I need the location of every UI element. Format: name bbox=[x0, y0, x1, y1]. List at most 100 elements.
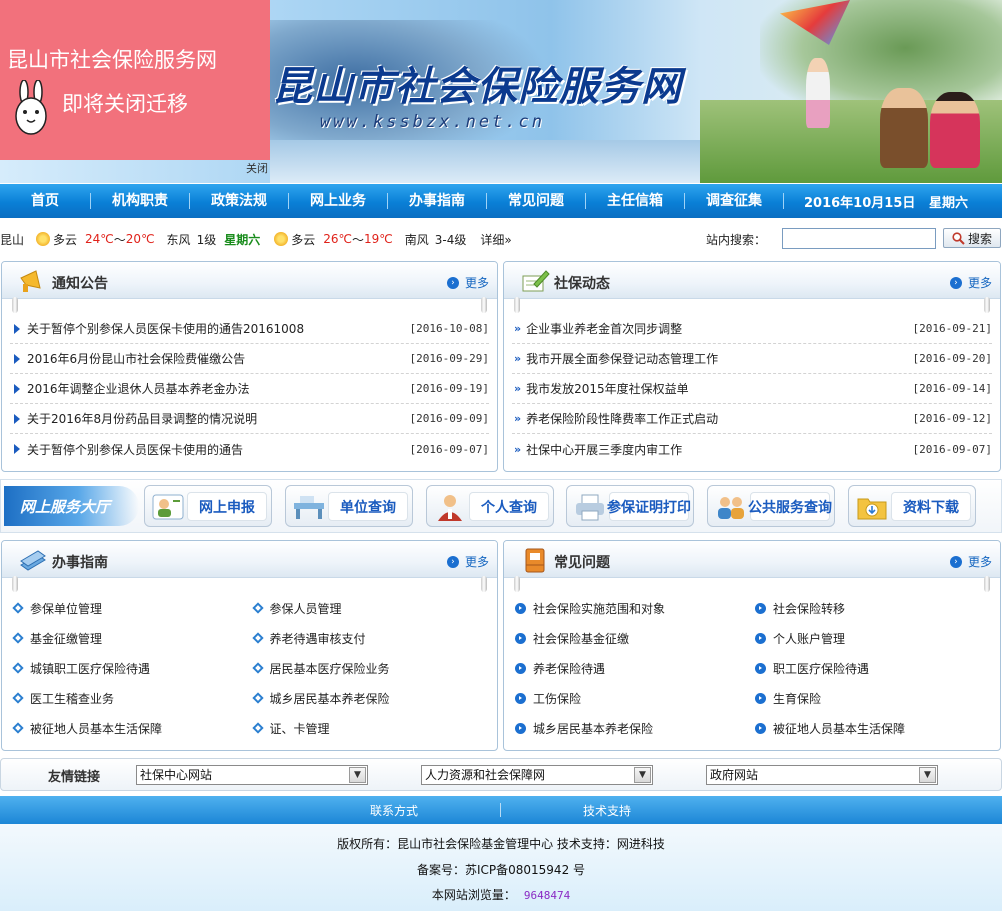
unit-query-button[interactable]: 单位查询 bbox=[285, 485, 413, 527]
banner-grandfather-figure bbox=[880, 88, 928, 168]
faq-item[interactable]: 养老保险待遇 bbox=[512, 660, 752, 677]
news-list: » 企业事业养老金首次同步调整 [2016-09-21] » 我市开展全面参保登记动态… bbox=[512, 314, 992, 464]
weather-today-high: 24℃ bbox=[85, 232, 114, 246]
notice-title[interactable]: 关于2016年8月份药品目录调整的情况说明 bbox=[27, 410, 410, 427]
news-item-title[interactable]: 养老保险阶段性降费率工作正式启动 bbox=[526, 410, 912, 427]
double-arrow-icon: » bbox=[514, 412, 522, 425]
banner-water-image bbox=[270, 140, 710, 183]
guide-item[interactable]: 城镇职工医疗保险待遇 bbox=[10, 660, 250, 677]
double-arrow-icon: » bbox=[514, 382, 522, 395]
nav-survey[interactable]: 调查征集 bbox=[685, 184, 783, 218]
news-item-title[interactable]: 我市发放2015年度社保权益单 bbox=[526, 380, 912, 397]
news-item-date: [2016-09-07] bbox=[912, 442, 992, 456]
notebook-icon bbox=[525, 548, 545, 573]
notice-close-button[interactable]: 关闭 bbox=[246, 160, 268, 176]
list-item: » 我市发放2015年度社保权益单 [2016-09-14] bbox=[512, 374, 992, 404]
hr-social-security-select[interactable]: 人力资源和社会保障网 ▼ bbox=[421, 765, 653, 785]
service-button-label: 单位查询 bbox=[328, 492, 408, 521]
notices-more-link[interactable]: › 更多 bbox=[446, 274, 489, 291]
nav-weekday: 星期六 bbox=[928, 195, 968, 211]
material-download-button[interactable]: 资料下载 bbox=[848, 485, 976, 527]
weather-tomorrow-low: 19℃ bbox=[364, 232, 393, 246]
notice-title[interactable]: 关于暂停个别参保人员医保卡使用的通告20161008 bbox=[27, 320, 410, 337]
weather-tomorrow-wind: 南风 bbox=[404, 232, 429, 247]
service-button-label: 网上申报 bbox=[187, 492, 267, 521]
guide-item[interactable]: 医工生稽查业务 bbox=[10, 690, 250, 707]
circle-arrow-icon bbox=[515, 692, 526, 704]
notice-title[interactable]: 2016年6月份昆山市社会保险费催缴公告 bbox=[27, 350, 410, 367]
faq-panel-header: 常见问题 › 更多 bbox=[504, 541, 1000, 578]
personal-query-button[interactable]: 个人查询 bbox=[426, 485, 554, 527]
social-security-site-select[interactable]: 社保中心网站 ▼ bbox=[136, 765, 368, 785]
faq-item[interactable]: 社会保险实施范围和对象 bbox=[512, 600, 752, 617]
search-input[interactable] bbox=[782, 228, 936, 249]
icp-record: 备案号：苏ICP备08015942 号 bbox=[416, 863, 586, 877]
news-item-title[interactable]: 社保中心开展三季度内审工作 bbox=[526, 441, 912, 458]
diamond-bullet-icon bbox=[251, 692, 264, 704]
service-button-label: 参保证明打印 bbox=[607, 492, 691, 521]
bullet-arrow-icon bbox=[14, 383, 20, 394]
nav-home[interactable]: 首页 bbox=[0, 184, 90, 218]
diamond-bullet-icon bbox=[251, 602, 264, 614]
footer-links-bar: 联系方式 技术支持 bbox=[0, 796, 1002, 824]
contact-link[interactable]: 联系方式 bbox=[370, 802, 418, 819]
panel-pin bbox=[481, 576, 487, 592]
faq-item[interactable]: 社会保险转移 bbox=[752, 600, 992, 617]
faq-item[interactable]: 社会保险基金征缴 bbox=[512, 630, 752, 647]
nav-online-business[interactable]: 网上业务 bbox=[289, 184, 387, 218]
guide-item[interactable]: 被征地人员基本生活保障 bbox=[10, 720, 250, 737]
circle-arrow-icon bbox=[515, 632, 526, 644]
guide-item[interactable]: 基金征缴管理 bbox=[10, 630, 250, 647]
faq-item[interactable]: 个人账户管理 bbox=[752, 630, 992, 647]
guide-item[interactable]: 证、卡管理 bbox=[250, 720, 490, 737]
nav-guide[interactable]: 办事指南 bbox=[388, 184, 486, 218]
news-item-date: [2016-09-14] bbox=[912, 382, 992, 395]
guide-item[interactable]: 参保单位管理 bbox=[10, 600, 250, 617]
weather-detail-link[interactable]: 详细» bbox=[480, 231, 511, 248]
nav-organization[interactable]: 机构职责 bbox=[91, 184, 189, 218]
guide-item[interactable]: 养老待遇审核支付 bbox=[250, 630, 490, 647]
news-item-date: [2016-09-20] bbox=[912, 352, 992, 365]
faq-item[interactable]: 被征地人员基本生活保障 bbox=[752, 720, 992, 737]
faq-item[interactable]: 工伤保险 bbox=[512, 690, 752, 707]
main-nav: 首页 机构职责 政策法规 网上业务 办事指南 常见问题 主任信箱 调查征集 20… bbox=[0, 184, 1002, 218]
news-item-title[interactable]: 企业事业养老金首次同步调整 bbox=[526, 320, 912, 337]
notice-title[interactable]: 2016年调整企业退休人员基本养老金办法 bbox=[27, 380, 410, 397]
notice-title[interactable]: 关于暂停个别参保人员医保卡使用的通告 bbox=[27, 441, 410, 458]
person-icon bbox=[438, 495, 462, 521]
government-site-select[interactable]: 政府网站 ▼ bbox=[706, 765, 938, 785]
diamond-bullet-icon bbox=[12, 692, 24, 704]
diamond-bullet-icon bbox=[251, 662, 264, 674]
guide-item[interactable]: 参保人员管理 bbox=[250, 600, 490, 617]
diamond-bullet-icon bbox=[251, 722, 264, 734]
nav-director-mailbox[interactable]: 主任信箱 bbox=[586, 184, 684, 218]
diamond-bullet-icon bbox=[12, 602, 24, 614]
public-service-query-button[interactable]: 公共服务查询 bbox=[707, 485, 835, 527]
circle-arrow-icon bbox=[755, 722, 766, 734]
nav-faq[interactable]: 常见问题 bbox=[487, 184, 585, 218]
weather-today-wind: 东风 bbox=[166, 232, 191, 247]
notice-line-1: 昆山市社会保险服务网 bbox=[7, 48, 217, 72]
news-item-title[interactable]: 我市开展全面参保登记动态管理工作 bbox=[526, 350, 912, 367]
faq-item[interactable]: 城乡居民基本养老保险 bbox=[512, 720, 752, 737]
bullet-arrow-icon bbox=[14, 353, 20, 364]
faq-item[interactable]: 职工医疗保险待遇 bbox=[752, 660, 992, 677]
guide-item[interactable]: 居民基本医疗保险业务 bbox=[250, 660, 490, 677]
service-hall-label: 网上服务大厅 bbox=[4, 486, 139, 526]
guide-item[interactable]: 城乡居民基本养老保险 bbox=[250, 690, 490, 707]
notice-date: [2016-09-29] bbox=[409, 352, 489, 365]
search-button[interactable]: 搜索 bbox=[943, 228, 1001, 248]
faq-more-link[interactable]: › 更多 bbox=[949, 553, 992, 570]
faq-item[interactable]: 生育保险 bbox=[752, 690, 992, 707]
weather-today-condition: 多云 bbox=[53, 232, 78, 247]
diamond-bullet-icon bbox=[12, 722, 24, 734]
tech-support-link[interactable]: 技术支持 bbox=[583, 802, 631, 819]
online-declare-button[interactable]: 网上申报 bbox=[144, 485, 272, 527]
guide-more-link[interactable]: › 更多 bbox=[446, 553, 489, 570]
news-more-link[interactable]: › 更多 bbox=[949, 274, 992, 291]
arrow-right-icon: › bbox=[446, 555, 459, 568]
nav-policy[interactable]: 政策法规 bbox=[190, 184, 288, 218]
migration-notice-popup[interactable]: 昆山市社会保险服务网 即将关闭迁移 bbox=[0, 0, 270, 160]
insurance-proof-print-button[interactable]: 参保证明打印 bbox=[566, 485, 694, 527]
user-form-icon bbox=[152, 494, 184, 520]
